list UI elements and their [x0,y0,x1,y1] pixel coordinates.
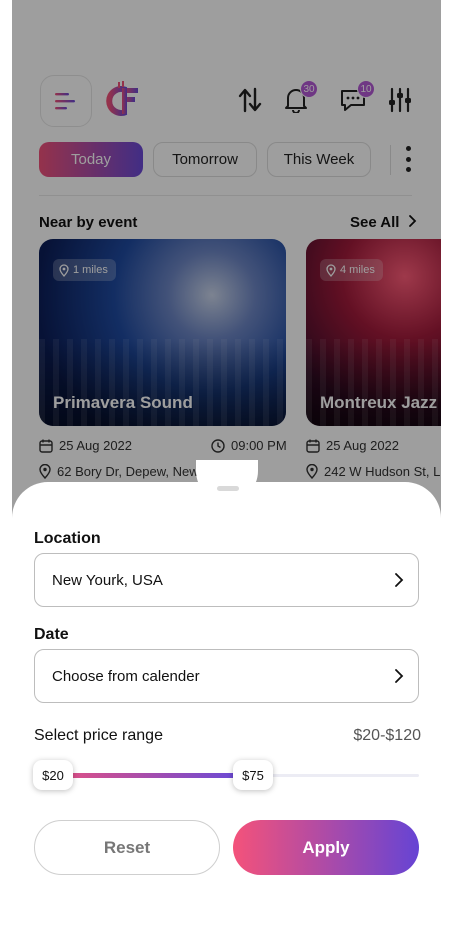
price-max-thumb[interactable]: $75 [233,760,273,790]
price-min-thumb[interactable]: $20 [33,760,73,790]
location-value: New Yourk, USA [52,571,163,589]
chevron-right-icon [395,669,404,683]
location-field[interactable]: New Yourk, USA [34,553,419,607]
app-screen: 30 10 Today Tomorrow This Week Near by e… [12,0,441,926]
sheet-notch [196,460,258,502]
chevron-right-icon [395,573,404,587]
reset-button[interactable]: Reset [34,820,220,875]
date-label: Date [34,626,69,643]
date-value: Choose from calender [52,667,200,685]
date-field[interactable]: Choose from calender [34,649,419,703]
location-label: Location [34,530,101,547]
filter-sheet: Location New Yourk, USA Date Choose from… [12,460,441,926]
sheet-handle[interactable] [217,486,239,491]
price-label: Select price range [34,727,163,744]
price-range-value: $20-$120 [353,727,421,744]
apply-button[interactable]: Apply [233,820,419,875]
